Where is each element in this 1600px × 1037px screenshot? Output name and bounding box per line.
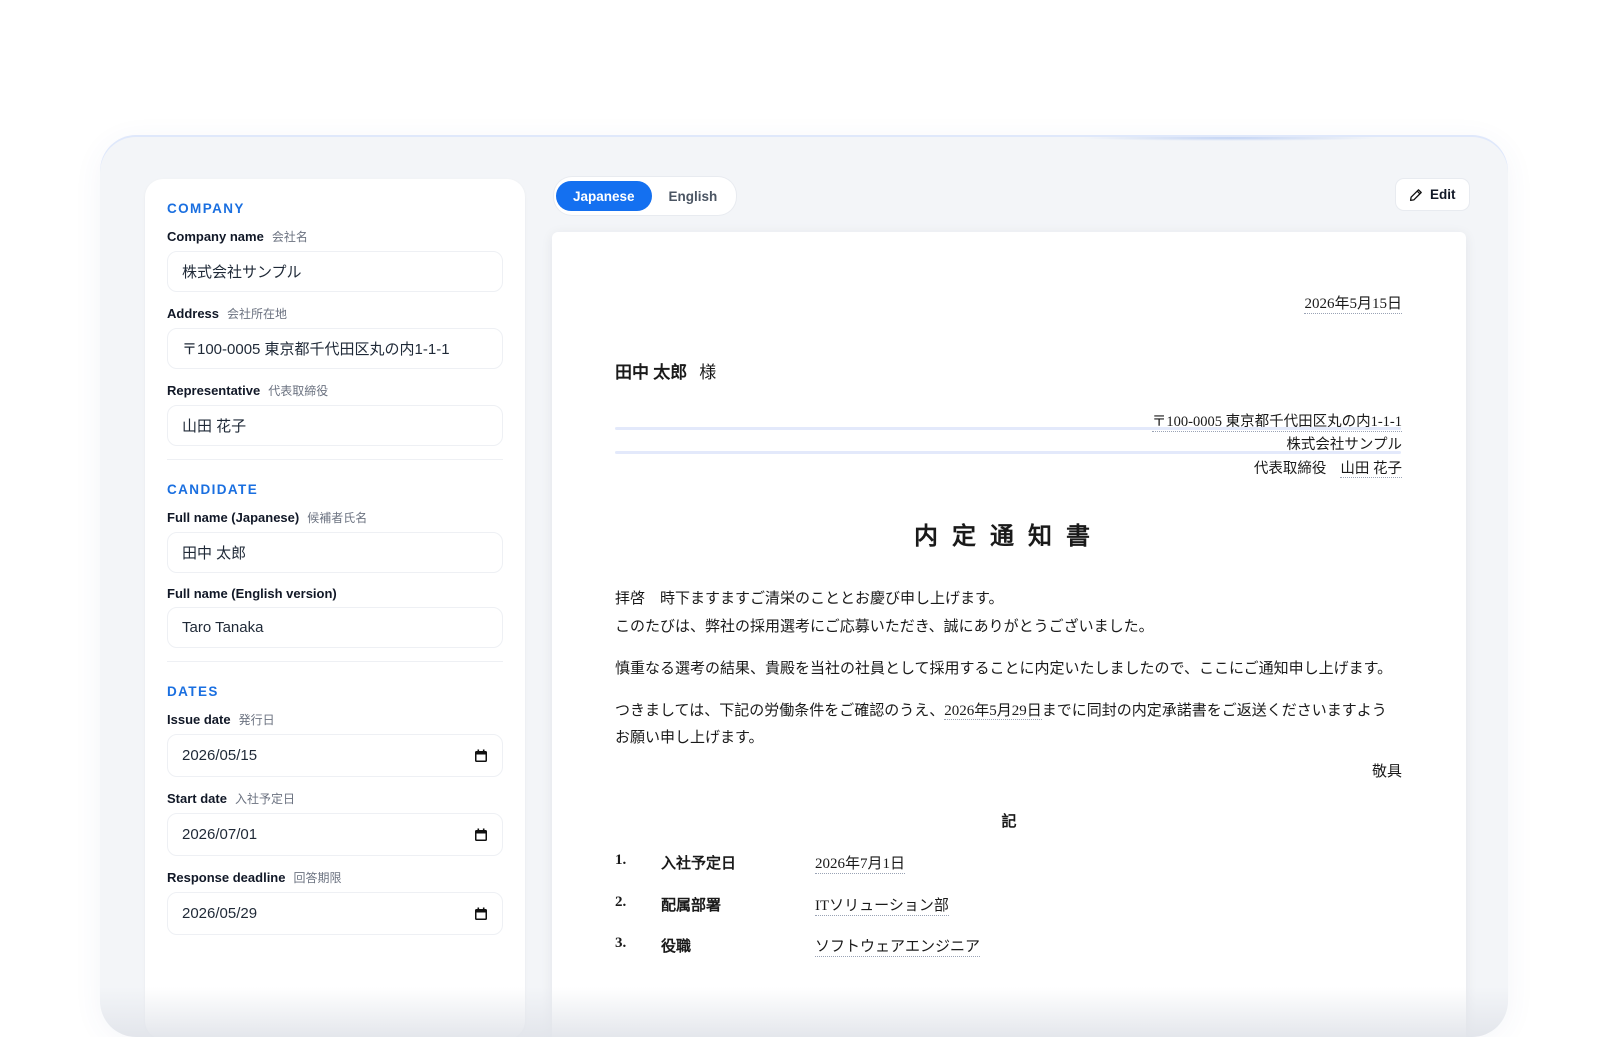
address-label: Address 会社所在地: [167, 306, 288, 321]
tab-english[interactable]: English: [652, 181, 735, 211]
calendar-icon[interactable]: [474, 828, 488, 842]
start-date-label: Start date 入社予定日: [167, 791, 295, 806]
company-name-input[interactable]: 株式会社サンプル: [167, 251, 503, 292]
section-title-dates: DATES: [167, 684, 219, 699]
deadline-label: Response deadline 回答期限: [167, 870, 342, 885]
section-divider: [167, 459, 503, 460]
paragraph-thanks: このたびは、弊社の採用選考にご応募いただき、誠にありがとうございました。: [615, 619, 1154, 635]
representative-input[interactable]: 山田 花子: [167, 405, 503, 446]
calendar-icon[interactable]: [474, 907, 488, 921]
edit-button[interactable]: Edit: [1395, 178, 1470, 211]
document-title: 内定通知書: [914, 524, 1104, 550]
section-title-candidate: CANDIDATE: [167, 482, 259, 497]
list-item: 1. 入社予定日 2026年7月1日: [615, 852, 906, 874]
deadline-input[interactable]: 2026/05/29: [167, 892, 503, 935]
issue-date-label: Issue date 発行日: [167, 712, 275, 727]
list-item: 3. 役職 ソフトウェアエンジニア: [615, 935, 981, 957]
paragraph-greeting: 拝啓 時下ますますご清栄のこととお慶び申し上げます。: [615, 591, 1004, 607]
en-name-input[interactable]: Taro Tanaka: [167, 607, 503, 648]
highlight-line: [615, 451, 1401, 454]
en-name-label: Full name (English version): [167, 586, 337, 601]
sender-representative: 代表取締役 山田 花子: [1253, 461, 1402, 478]
company-name-label: Company name 会社名: [167, 229, 308, 244]
app-frame: COMPANY Company name 会社名 株式会社サンプル Address…: [100, 137, 1508, 1037]
language-toggle: Japanese English: [554, 177, 737, 215]
list-item: 2. 配属部署 ITソリューション部: [615, 894, 949, 916]
edit-label: Edit: [1430, 187, 1456, 202]
closing: 敬具: [1371, 764, 1402, 780]
ki-heading: 記: [1001, 814, 1017, 830]
tab-japanese[interactable]: Japanese: [556, 181, 652, 211]
jp-name-input[interactable]: 田中 太郎: [167, 532, 503, 573]
recipient: 田中 太郎様: [615, 363, 717, 382]
jp-name-label: Full name (Japanese) 候補者氏名: [167, 510, 368, 525]
calendar-icon[interactable]: [474, 749, 488, 763]
paragraph-request: つきましては、下記の労働条件をご確認のうえ、2026年5月29日までに同封の内定…: [615, 703, 1387, 720]
start-date-input[interactable]: 2026/07/01: [167, 813, 503, 856]
highlight-line: [615, 427, 1401, 430]
representative-label: Representative 代表取締役: [167, 383, 329, 398]
form-panel: COMPANY Company name 会社名 株式会社サンプル Address…: [145, 179, 525, 1037]
form-inner: COMPANY Company name 会社名 株式会社サンプル Address…: [167, 201, 503, 948]
paragraph-result: 慎重なる選考の結果、貴殿を当社の社員として採用することに内定いたしましたので、こ…: [615, 661, 1393, 677]
pencil-icon: [1409, 188, 1422, 201]
paragraph-request-end: お願い申し上げます。: [615, 730, 764, 746]
section-title-company: COMPANY: [167, 201, 245, 216]
issue-date-input[interactable]: 2026/05/15: [167, 734, 503, 777]
document-date: 2026年5月15日: [1304, 292, 1402, 314]
section-divider: [167, 661, 503, 662]
address-input[interactable]: 〒100-0005 東京都千代田区丸の内1-1-1: [167, 328, 503, 369]
document-preview: 2026年5月15日 田中 太郎様 〒100-0005 東京都千代田区丸の内1-…: [552, 232, 1466, 1037]
